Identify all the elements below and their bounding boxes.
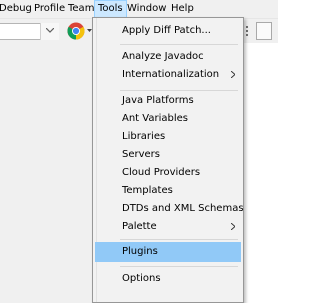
menu-item-apply-diff-patch[interactable]: Apply Diff Patch... [95, 21, 241, 41]
menu-item-ant-variables[interactable]: Ant Variables [95, 109, 241, 129]
menu-item-templates[interactable]: Templates [95, 181, 241, 201]
menu-item-libraries[interactable]: Libraries [95, 127, 241, 147]
menu-debug[interactable]: Debug [0, 0, 35, 19]
menu-item-palette[interactable]: Palette [95, 217, 241, 237]
menu-item-options[interactable]: Options [95, 269, 241, 289]
tools-dropdown-menu: Apply Diff Patch... Analyze Javadoc Inte… [92, 17, 244, 303]
menu-separator [120, 266, 238, 267]
menu-separator [120, 239, 238, 240]
menu-profile[interactable]: Profile [31, 0, 68, 19]
editor-background [0, 43, 92, 303]
toolbar-button[interactable] [256, 22, 272, 40]
chrome-icon[interactable] [67, 22, 85, 40]
chevron-down-icon [46, 28, 54, 33]
menu-item-plugins[interactable]: Plugins [95, 242, 241, 262]
menu-item-cloud-providers[interactable]: Cloud Providers [95, 163, 241, 183]
menu-item-dtds-xml-schemas[interactable]: DTDs and XML Schemas [95, 199, 244, 219]
combo-dropdown-button[interactable] [40, 23, 59, 40]
menu-item-servers[interactable]: Servers [95, 145, 241, 165]
menu-separator [120, 44, 238, 45]
chevron-right-icon [231, 223, 235, 230]
menu-item-internationalization[interactable]: Internationalization [95, 65, 241, 85]
toolbar-grip [246, 26, 248, 38]
menu-item-java-platforms[interactable]: Java Platforms [95, 91, 241, 111]
menu-item-analyze-javadoc[interactable]: Analyze Javadoc [95, 47, 241, 67]
chevron-right-icon [231, 71, 235, 78]
